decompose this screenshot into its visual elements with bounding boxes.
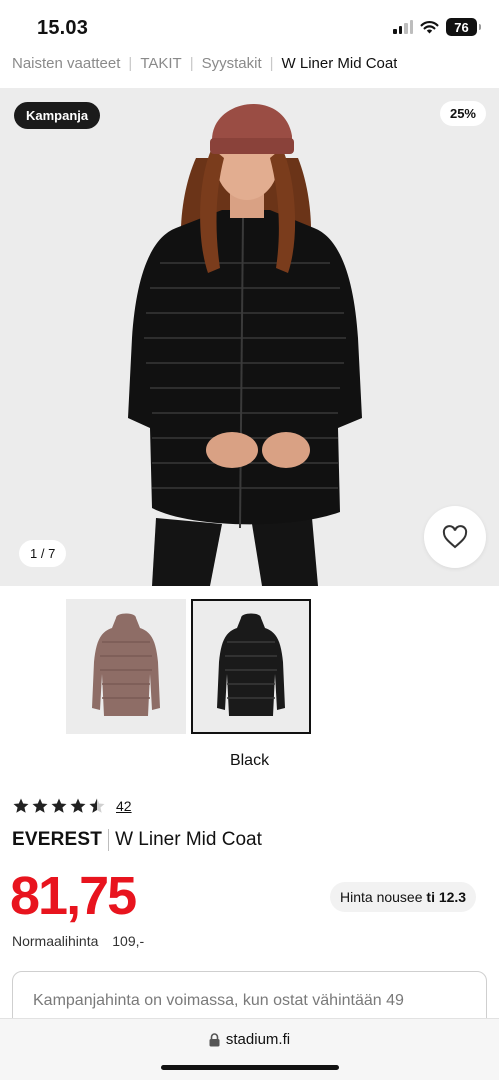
product-image-gallery[interactable]: Kampanja 25% 1 / 7 xyxy=(0,88,499,586)
price-note-date: ti 12.3 xyxy=(426,889,467,905)
image-counter: 1 / 7 xyxy=(19,540,67,567)
breadcrumb-separator: | xyxy=(128,54,133,72)
coat-thumbnail xyxy=(92,613,160,716)
color-swatches xyxy=(66,599,311,734)
normal-price-label: Normaalihinta xyxy=(12,933,99,949)
favorite-button[interactable] xyxy=(424,506,486,568)
battery-icon: 76 xyxy=(446,18,481,36)
breadcrumb-current: W Liner Mid Coat xyxy=(281,54,398,72)
url-display[interactable]: stadium.fi xyxy=(0,1031,499,1048)
price-note-text: Hinta nousee xyxy=(340,889,423,905)
product-name: W Liner Mid Coat xyxy=(115,829,262,850)
product-rating[interactable]: 42 xyxy=(12,797,132,815)
home-indicator[interactable] xyxy=(161,1065,339,1070)
lock-icon xyxy=(209,1032,220,1046)
status-icons: 76 xyxy=(393,18,481,36)
brand-name[interactable]: EVEREST xyxy=(12,829,102,851)
browser-address-bar[interactable]: stadium.fi xyxy=(0,1018,499,1080)
star-rating xyxy=(12,797,106,815)
color-swatch-black[interactable] xyxy=(191,599,311,734)
half-star-icon xyxy=(89,798,105,813)
normal-price-value: 109,- xyxy=(112,933,145,949)
title-divider xyxy=(108,829,110,851)
breadcrumb-link[interactable]: TAKIT xyxy=(140,55,181,72)
heart-icon xyxy=(442,525,468,549)
url-text: stadium.fi xyxy=(225,1031,291,1048)
signal-icon xyxy=(393,20,413,34)
star-icon xyxy=(70,798,86,813)
normal-price: Normaalihinta 109,- xyxy=(12,933,144,949)
color-swatch-mauve[interactable] xyxy=(66,599,186,734)
status-time: 15.03 xyxy=(37,17,89,39)
product-page: 15.03 76 Naisten vaatteet | TAKIT | Syys… xyxy=(0,0,499,1080)
breadcrumb-link[interactable]: Naisten vaatteet xyxy=(12,55,120,72)
status-bar: 15.03 76 xyxy=(0,0,499,56)
campaign-info-text: Kampanjahinta on voimassa, kun ostat väh… xyxy=(33,992,404,1009)
selected-color-label: Black xyxy=(229,752,270,769)
wifi-icon xyxy=(420,21,439,34)
product-title: EVEREST W Liner Mid Coat xyxy=(12,829,262,851)
breadcrumb-separator: | xyxy=(269,54,274,72)
product-photo xyxy=(128,104,362,586)
discount-badge: 25% xyxy=(439,101,486,126)
product-price: 81,75 xyxy=(10,866,137,926)
campaign-badge: Kampanja xyxy=(14,102,101,129)
star-icon xyxy=(32,798,48,813)
price-increase-note: Hinta nousee ti 12.3 xyxy=(330,882,477,912)
review-count-link[interactable]: 42 xyxy=(116,798,132,814)
star-icon xyxy=(13,798,29,813)
breadcrumb-link[interactable]: Syystakit xyxy=(202,55,262,72)
breadcrumb: Naisten vaatteet | TAKIT | Syystakit | W… xyxy=(12,52,397,74)
breadcrumb-separator: | xyxy=(189,54,194,72)
star-icon xyxy=(51,798,67,813)
coat-thumbnail xyxy=(217,613,285,716)
